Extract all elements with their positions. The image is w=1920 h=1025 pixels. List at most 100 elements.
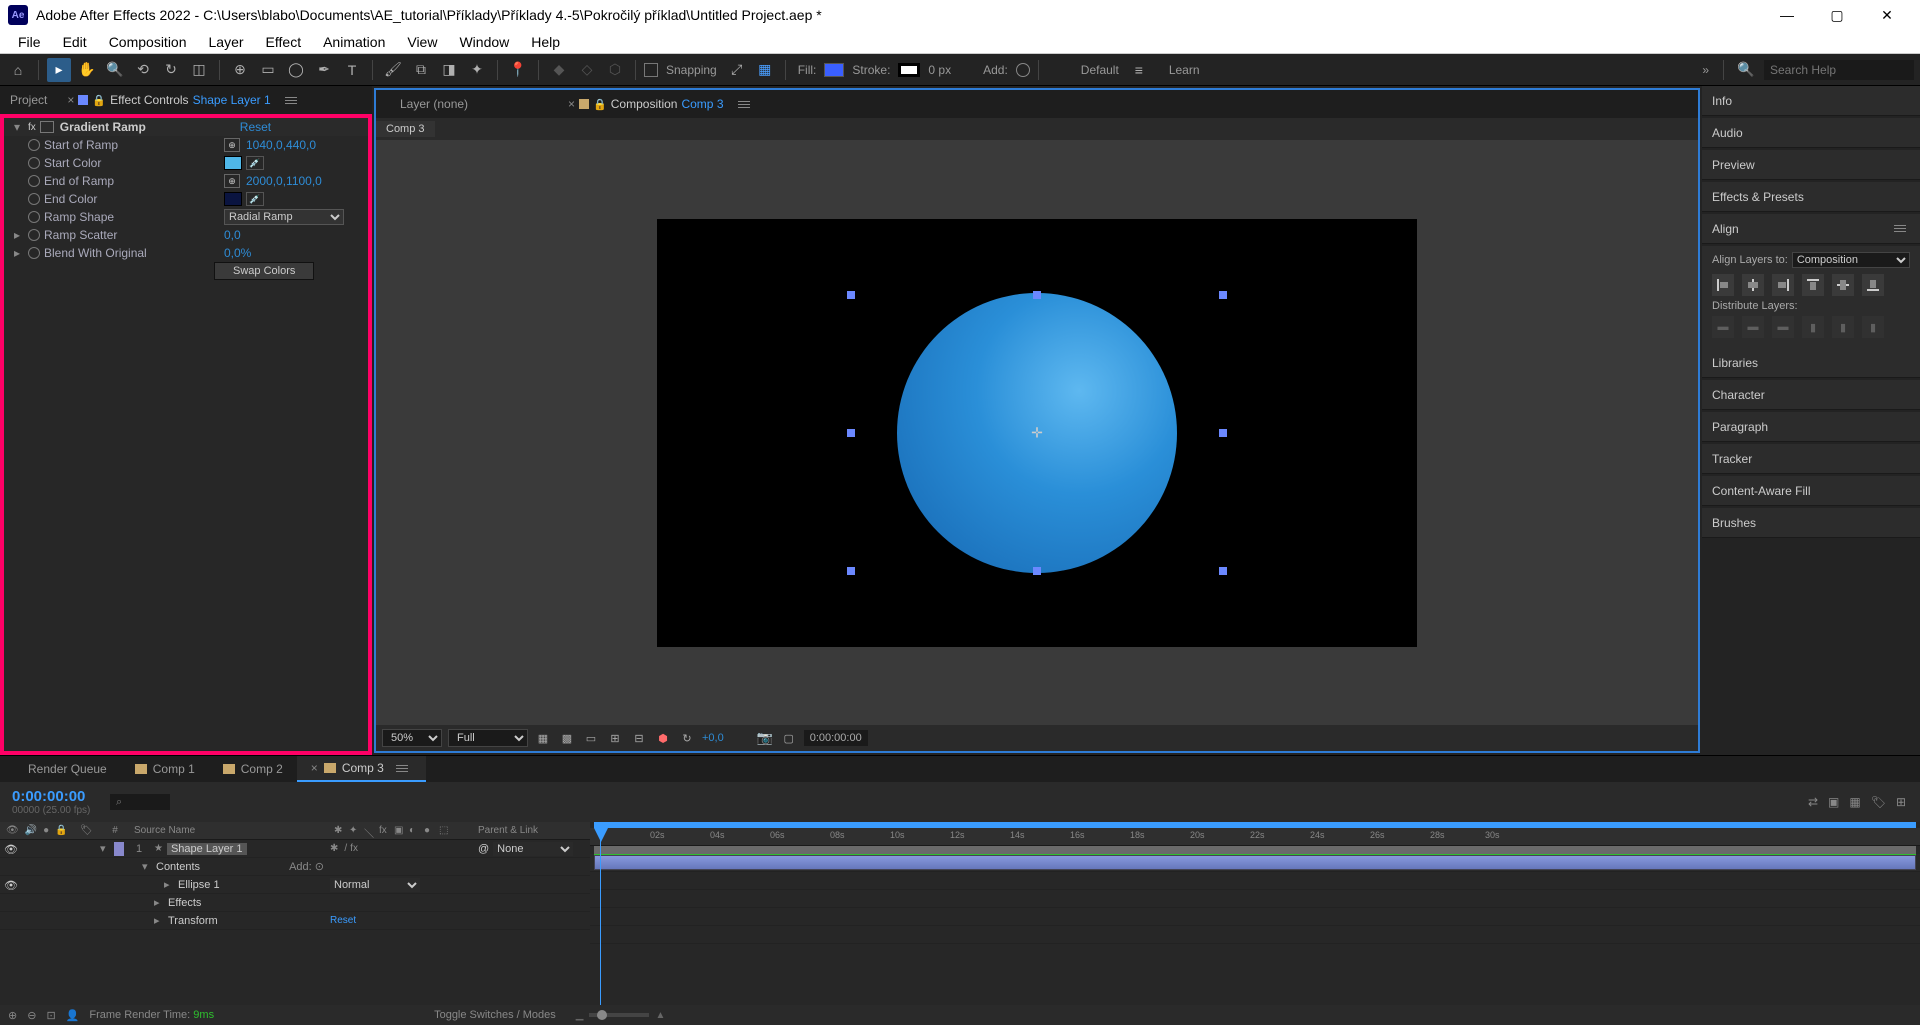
search-help-input[interactable] bbox=[1764, 60, 1914, 80]
bbox-handle[interactable] bbox=[1033, 291, 1041, 299]
flowchart-tab[interactable]: Comp 3 bbox=[376, 121, 435, 137]
eyedropper-icon[interactable]: 💉 bbox=[246, 156, 264, 170]
eyedropper-icon[interactable]: 💉 bbox=[246, 192, 264, 206]
home-tool[interactable]: ⌂ bbox=[6, 58, 30, 82]
show-snapshot-icon[interactable]: ▢ bbox=[780, 730, 798, 746]
layer-row[interactable]: 👁 ▾ 1 ★Shape Layer 1 ✱ /fx @None bbox=[0, 840, 590, 858]
playhead[interactable] bbox=[594, 828, 608, 842]
tl-icon-d[interactable]: 🏷 bbox=[1871, 795, 1886, 809]
snapping-checkbox[interactable] bbox=[644, 63, 658, 77]
playhead-line[interactable] bbox=[600, 822, 601, 1005]
menu-help[interactable]: Help bbox=[521, 32, 570, 52]
track-row[interactable] bbox=[590, 926, 1920, 944]
orbit-tool[interactable]: ⟲ bbox=[131, 58, 155, 82]
layer-duration-bar[interactable] bbox=[594, 855, 1916, 870]
add-button[interactable] bbox=[1016, 63, 1030, 77]
footer-icon[interactable]: ⊕ bbox=[8, 1009, 17, 1022]
panel-brushes[interactable]: Brushes bbox=[1702, 508, 1920, 538]
menu-file[interactable]: File bbox=[8, 32, 51, 52]
canvas[interactable]: ✛ bbox=[657, 219, 1417, 647]
transform-row[interactable]: ▸Transform Reset bbox=[0, 912, 590, 930]
camera-tool[interactable]: ◫ bbox=[187, 58, 211, 82]
bbox-handle[interactable] bbox=[1033, 567, 1041, 575]
effects-row[interactable]: ▸Effects bbox=[0, 894, 590, 912]
panel-effects-presets[interactable]: Effects & Presets bbox=[1702, 182, 1920, 212]
pan-behind-tool[interactable]: ⊕ bbox=[228, 58, 252, 82]
timeline-search[interactable] bbox=[110, 794, 170, 810]
align-to-select[interactable]: Composition bbox=[1792, 252, 1910, 268]
swap-colors-button[interactable]: Swap Colors bbox=[214, 262, 314, 280]
crosshair-icon[interactable]: ⊕ bbox=[224, 174, 240, 188]
clone-tool[interactable]: ⧉ bbox=[409, 58, 433, 82]
menu-effect[interactable]: Effect bbox=[256, 32, 312, 52]
layer-track[interactable] bbox=[590, 854, 1920, 872]
ramp-scatter-value[interactable]: 0,0 bbox=[224, 228, 241, 242]
align-hcenter-icon[interactable] bbox=[1742, 274, 1764, 296]
start-ramp-value[interactable]: 1040,0,440,0 bbox=[246, 138, 316, 152]
comp2-tab[interactable]: Comp 2 bbox=[209, 758, 297, 780]
ramp-shape-select[interactable]: Radial Ramp bbox=[224, 209, 344, 225]
zoom-in-icon[interactable]: ▲ bbox=[655, 1010, 665, 1021]
region-icon[interactable]: ▭ bbox=[582, 730, 600, 746]
panel-preview[interactable]: Preview bbox=[1702, 150, 1920, 180]
minimize-button[interactable]: — bbox=[1772, 7, 1802, 24]
effect-controls-tab[interactable]: × 🔒 Effect Controls Shape Layer 1 bbox=[57, 89, 280, 111]
panel-menu-icon[interactable] bbox=[1894, 221, 1910, 237]
twirl-icon[interactable]: ▸ bbox=[154, 896, 164, 909]
channel-icon[interactable]: ⬢ bbox=[654, 730, 672, 746]
stopwatch-icon[interactable] bbox=[28, 139, 40, 151]
roto-tool[interactable]: ✦ bbox=[465, 58, 489, 82]
layer-name[interactable]: Shape Layer 1 bbox=[167, 843, 247, 855]
layer-tab[interactable]: Layer (none) bbox=[390, 93, 478, 115]
workspace-default[interactable]: Default bbox=[1077, 63, 1123, 77]
type-tool[interactable]: T bbox=[340, 58, 364, 82]
eraser-tool[interactable]: ◨ bbox=[437, 58, 461, 82]
align-right-icon[interactable] bbox=[1772, 274, 1794, 296]
render-queue-tab[interactable]: Render Queue bbox=[14, 758, 121, 780]
guides-icon[interactable]: ⊟ bbox=[630, 730, 648, 746]
zoom-select[interactable]: 50% bbox=[382, 729, 442, 747]
close-button[interactable]: ✕ bbox=[1872, 7, 1902, 24]
visibility-toggle[interactable]: 👁 bbox=[4, 879, 16, 891]
exposure-value[interactable]: +0,0 bbox=[702, 732, 724, 744]
time-ruler[interactable]: 02s 04s 06s 08s 10s 12s 14s 16s 18s 20s … bbox=[590, 828, 1920, 846]
grid-icon[interactable]: ⊞ bbox=[606, 730, 624, 746]
anchor-point-icon[interactable]: ✛ bbox=[1031, 424, 1043, 441]
stopwatch-icon[interactable] bbox=[28, 211, 40, 223]
rect-tool[interactable]: ▭ bbox=[256, 58, 280, 82]
zoom-tool[interactable]: 🔍 bbox=[103, 58, 127, 82]
maximize-button[interactable]: ▢ bbox=[1822, 7, 1852, 24]
lock-icon[interactable]: 🔒 bbox=[92, 94, 106, 107]
panel-character[interactable]: Character bbox=[1702, 380, 1920, 410]
bbox-handle[interactable] bbox=[847, 291, 855, 299]
rotate-tool[interactable]: ↻ bbox=[159, 58, 183, 82]
bbox-handle[interactable] bbox=[847, 429, 855, 437]
snap-opt-b[interactable]: ▦ bbox=[753, 58, 777, 82]
timeline-zoom-slider[interactable]: ▁ ▲ bbox=[566, 1010, 1912, 1021]
menu-layer[interactable]: Layer bbox=[199, 32, 254, 52]
composition-tab[interactable]: × 🔒 Composition Comp 3 bbox=[558, 93, 733, 115]
visibility-toggle[interactable]: 👁 bbox=[4, 843, 16, 855]
add-shape-button[interactable]: ⊙ bbox=[315, 861, 324, 873]
label-color[interactable] bbox=[114, 842, 124, 856]
snap-opt-a[interactable]: ⤢ bbox=[725, 58, 749, 82]
twirl-icon[interactable]: ▸ bbox=[14, 246, 26, 260]
zoom-out-icon[interactable]: ▁ bbox=[576, 1010, 584, 1021]
preview-timecode[interactable]: 0:00:00:00 bbox=[804, 730, 868, 746]
stopwatch-icon[interactable] bbox=[28, 175, 40, 187]
current-timecode[interactable]: 0:00:00:00 bbox=[12, 788, 100, 805]
comp3-tab[interactable]: ×Comp 3 bbox=[297, 756, 426, 782]
align-vcenter-icon[interactable] bbox=[1832, 274, 1854, 296]
pickwhip-icon[interactable]: @ bbox=[478, 843, 489, 855]
effect-name[interactable]: Gradient Ramp bbox=[60, 120, 240, 134]
track-row[interactable] bbox=[590, 872, 1920, 890]
bbox-handle[interactable] bbox=[1219, 567, 1227, 575]
bbox-handle[interactable] bbox=[847, 567, 855, 575]
stopwatch-icon[interactable] bbox=[28, 247, 40, 259]
panel-info[interactable]: Info bbox=[1702, 86, 1920, 116]
timeline-tracks[interactable]: 02s 04s 06s 08s 10s 12s 14s 16s 18s 20s … bbox=[590, 822, 1920, 1005]
bbox-handle[interactable] bbox=[1219, 429, 1227, 437]
selection-tool[interactable]: ▸ bbox=[47, 58, 71, 82]
panel-libraries[interactable]: Libraries bbox=[1702, 348, 1920, 378]
end-color-swatch[interactable] bbox=[224, 192, 242, 206]
